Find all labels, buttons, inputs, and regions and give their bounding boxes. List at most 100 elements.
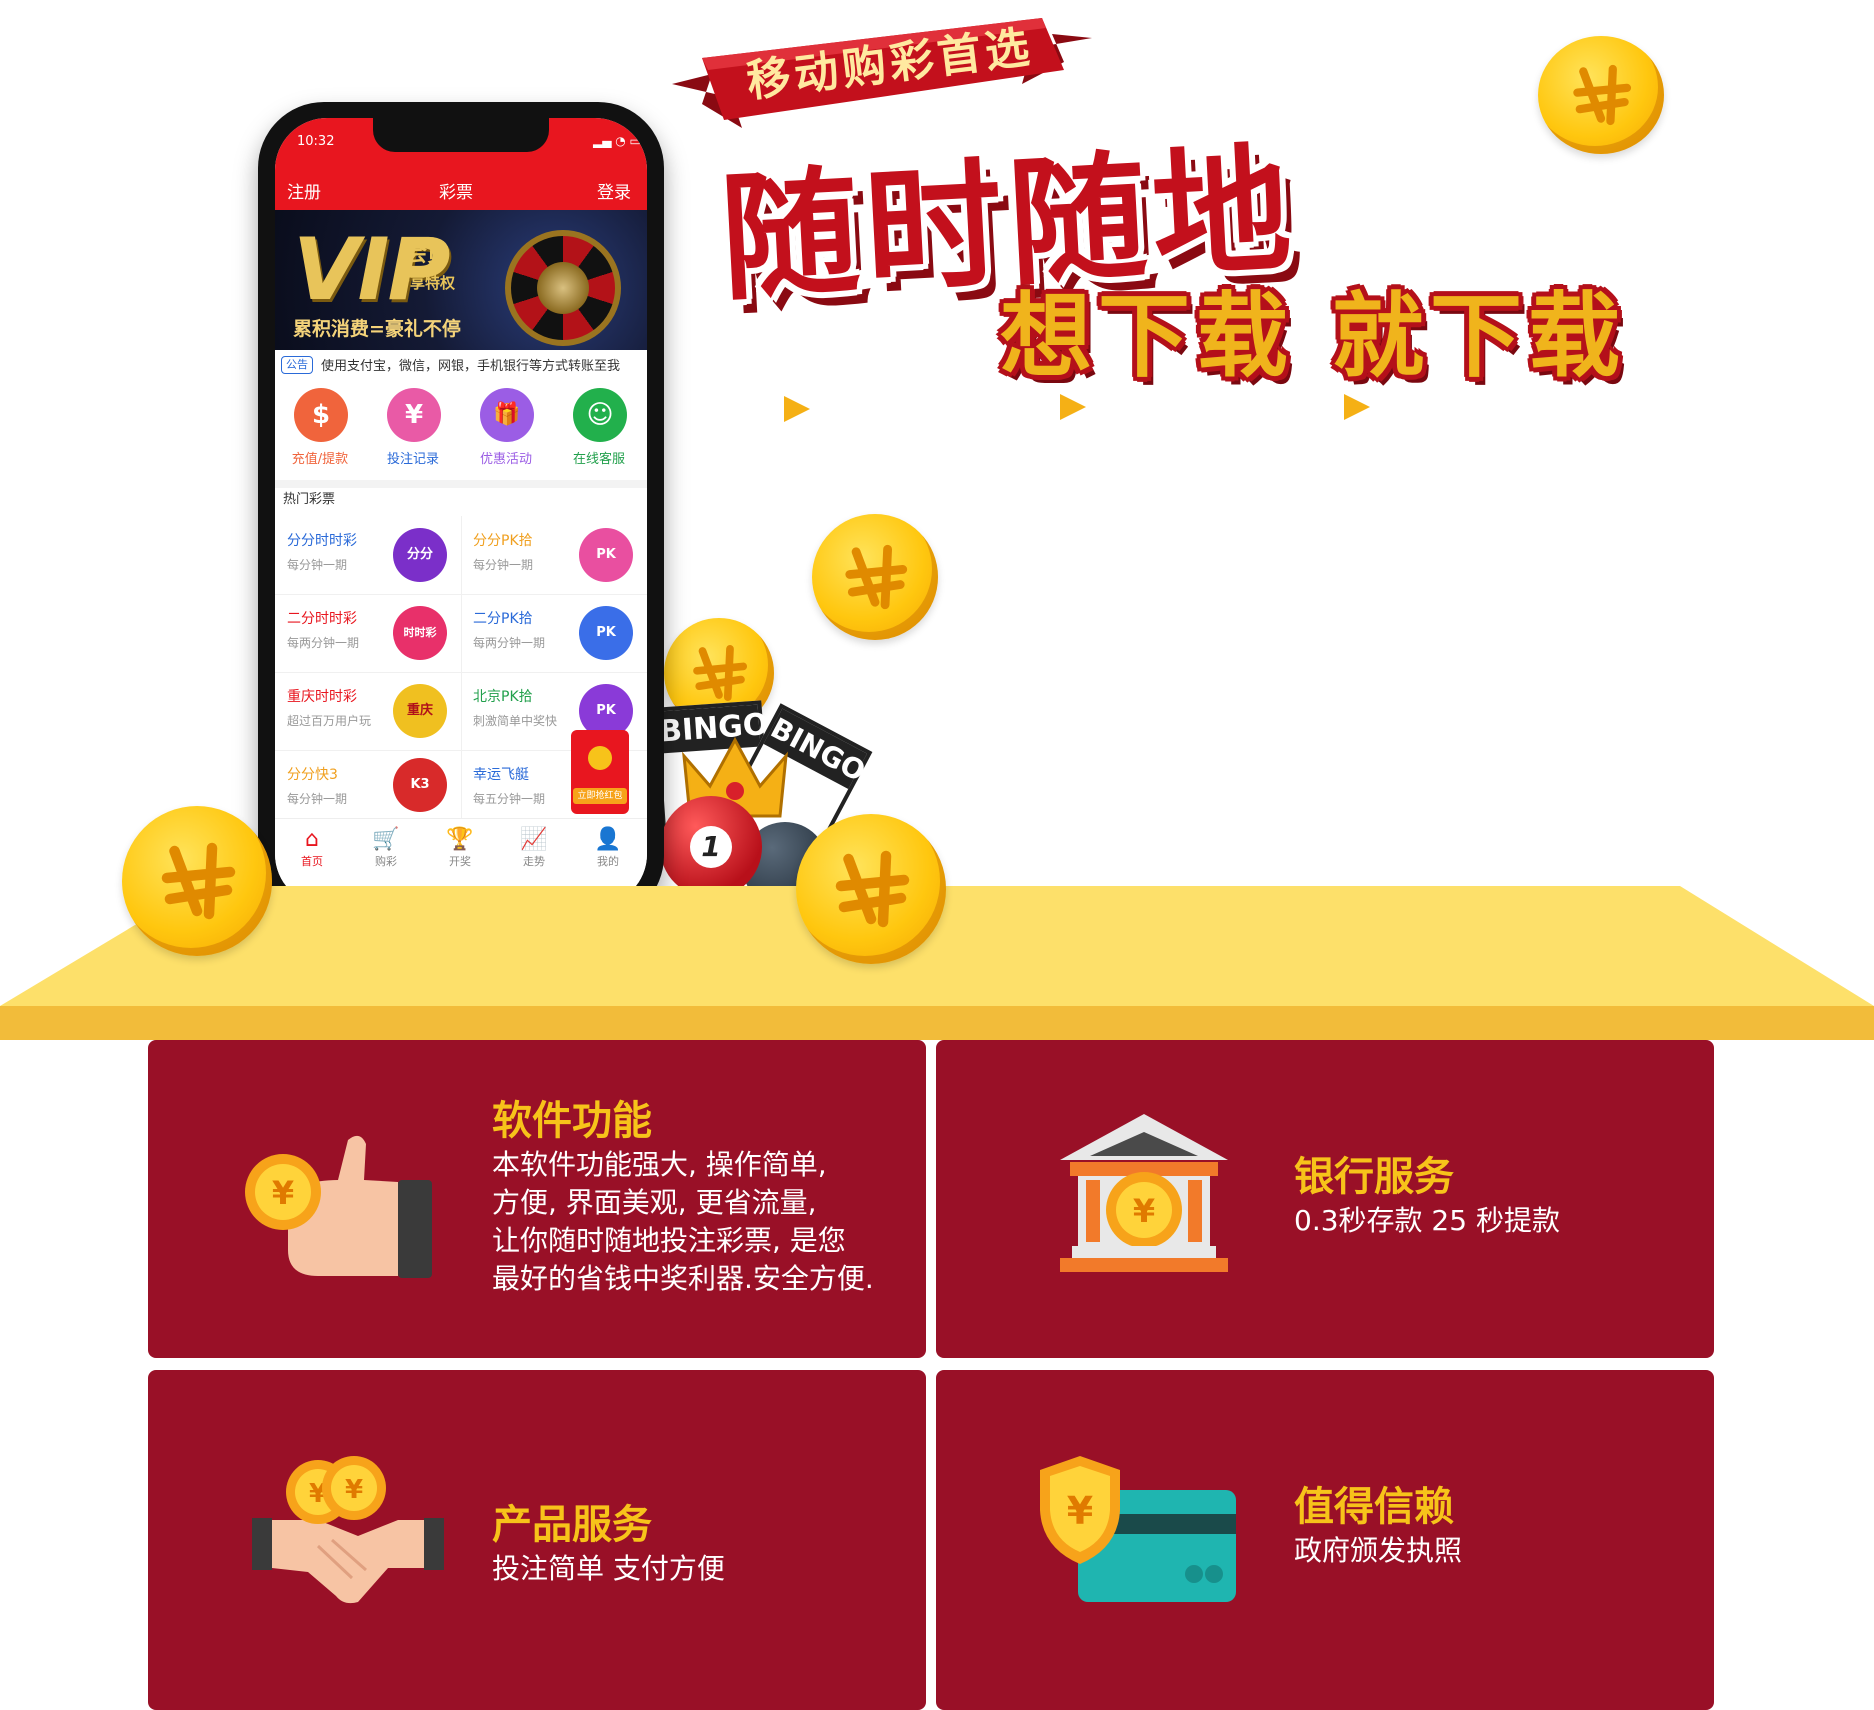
app-title: 彩票 <box>439 183 473 203</box>
lottery-name: 北京PK拾 <box>473 689 533 705</box>
lottery-name: 分分快3 <box>287 767 338 783</box>
user-icon: 👤 <box>594 827 622 852</box>
tab-trend[interactable]: 📈 走势 <box>497 827 571 869</box>
trophy-icon: 🏆 <box>446 827 474 852</box>
tab-buy[interactable]: 🛒 购彩 <box>349 827 423 869</box>
tab-label: 走势 <box>523 855 545 868</box>
lottery-desc: 每分钟一期 <box>473 558 534 572</box>
quick-action-label: 优惠活动 <box>479 452 532 467</box>
arrow-icon <box>1060 394 1086 420</box>
feature-title: 值得信赖 <box>1294 1484 1454 1530</box>
feature-desc-line: 本软件功能强大, 操作简单, <box>492 1148 827 1181</box>
quick-action-label: 在线客服 <box>572 452 625 467</box>
lottery-name: 重庆时时彩 <box>287 689 357 705</box>
ball-icon: 1 <box>660 796 762 898</box>
lottery-name: 分分PK拾 <box>473 533 533 549</box>
banner-slogan: 累积消费=豪礼不停 <box>293 318 461 340</box>
shield-card-icon: ¥ <box>1040 1456 1236 1602</box>
lottery-desc: 每分钟一期 <box>287 792 348 806</box>
arrow-icon <box>1344 394 1370 420</box>
banner-privilege: 专享特权 <box>395 274 456 292</box>
svg-text:¥: ¥ <box>1133 1192 1155 1230</box>
tab-label: 购彩 <box>375 855 397 868</box>
quick-action-service[interactable]: ☺ 在线客服 <box>554 388 647 467</box>
lottery-name: 二分时时彩 <box>287 611 357 627</box>
quick-actions: $ 充值/提款 ¥ 投注记录 🎁 优惠活动 ☺ 在线客服 <box>275 388 647 482</box>
coin-icon <box>122 806 272 956</box>
hot-lottery-title: 热门彩票 <box>283 492 336 507</box>
svg-text:¥: ¥ <box>345 1475 363 1505</box>
lottery-item[interactable]: 二分PK拾 每两分钟一期 PK <box>461 594 647 673</box>
lottery-item[interactable]: 二分时时彩 每两分钟一期 时时彩 <box>275 594 462 673</box>
quick-action-recharge[interactable]: $ 充值/提款 <box>275 388 368 467</box>
notice-text: 使用支付宝，微信，网银，手机银行等方式转账至我 <box>321 359 621 374</box>
money-bag-icon: $ <box>294 388 348 442</box>
feature-desc-line: 最好的省钱中奖利器.安全方便. <box>492 1262 874 1295</box>
feature-title: 银行服务 <box>1294 1154 1454 1200</box>
lottery-name: 幸运飞艇 <box>473 767 529 783</box>
status-time: 10:32 <box>297 134 335 149</box>
subline: 想下载 就下载 <box>1000 283 1627 390</box>
arrow-icon <box>784 396 810 422</box>
record-icon: ¥ <box>387 388 441 442</box>
service-icon: ☺ <box>573 388 627 442</box>
lottery-desc: 每两分钟一期 <box>287 636 360 650</box>
feature-desc: 0.3秒存款 25 秒提款 <box>1294 1202 1560 1240</box>
tab-mine[interactable]: 👤 我的 <box>571 827 645 869</box>
bank-icon: ¥ <box>1060 1114 1228 1272</box>
home-icon: ⌂ <box>305 827 319 852</box>
phone-screen: 10:32 ▂▄ ◔ ▭ 注册 彩票 登录 VIP 会员 专享特权 累积消费=豪… <box>275 118 647 906</box>
red-packet-icon <box>588 746 612 770</box>
register-link[interactable]: 注册 <box>287 178 321 203</box>
tab-bar: ⌂ 首页 🛒 购彩 🏆 开奖 📈 走势 👤 我的 <box>275 818 647 883</box>
lottery-logo-icon: PK <box>579 606 633 660</box>
lottery-item[interactable]: 分分PK拾 每分钟一期 PK <box>461 516 647 595</box>
cart-icon: 🛒 <box>372 827 400 852</box>
lottery-desc: 每五分钟一期 <box>473 792 546 806</box>
red-packet-button[interactable]: 立即抢红包 <box>571 730 629 814</box>
vip-banner[interactable]: VIP 会员 专享特权 累积消费=豪礼不停 <box>275 210 647 350</box>
svg-text:¥: ¥ <box>1067 1489 1093 1533</box>
feature-card-product: ¥ ¥ 产品服务 投注简单 支付方便 <box>148 1370 926 1710</box>
banner-member: 会员 <box>405 242 450 267</box>
lottery-item[interactable]: 重庆时时彩 超过百万用户玩 重庆 <box>275 672 462 751</box>
quick-action-records[interactable]: ¥ 投注记录 <box>368 388 461 467</box>
chart-icon: 📈 <box>520 827 548 852</box>
feature-desc-line: 投注简单 支付方便 <box>492 1552 725 1585</box>
feature-desc-line: 政府颁发执照 <box>1294 1534 1463 1567</box>
phone-notch <box>373 118 549 152</box>
lottery-item[interactable]: 分分时时彩 每分钟一期 分分 <box>275 516 462 595</box>
feature-title: 软件功能 <box>492 1098 652 1144</box>
banner-vip: VIP <box>293 220 451 320</box>
feature-desc: 政府颁发执照 <box>1294 1532 1462 1570</box>
lottery-logo-icon: PK <box>579 528 633 582</box>
lottery-logo-icon: 时时彩 <box>393 606 447 660</box>
handshake-icon: ¥ ¥ <box>252 1456 444 1604</box>
coin-icon <box>812 514 938 640</box>
quick-action-promo[interactable]: 🎁 优惠活动 <box>461 388 554 467</box>
lottery-logo-icon: K3 <box>393 758 447 812</box>
notice-bar[interactable]: 公告 使用支付宝，微信，网银，手机银行等方式转账至我 <box>275 350 647 380</box>
lottery-logo-icon: 分分 <box>393 528 447 582</box>
roulette-center <box>537 262 589 314</box>
tab-home[interactable]: ⌂ 首页 <box>275 827 349 869</box>
feature-card-bank: ¥ 银行服务 0.3秒存款 25 秒提款 <box>936 1040 1714 1358</box>
lottery-item[interactable]: 分分快3 每分钟一期 K3 <box>275 750 462 820</box>
feature-desc-line: 让你随时随地投注彩票, 是您 <box>492 1224 846 1257</box>
feature-card-trust: ¥ 值得信赖 政府颁发执照 <box>936 1370 1714 1710</box>
tab-draw[interactable]: 🏆 开奖 <box>423 827 497 869</box>
divider <box>275 480 647 488</box>
feature-title: 产品服务 <box>492 1502 652 1548</box>
lottery-desc: 每分钟一期 <box>287 558 348 572</box>
gift-icon: 🎁 <box>480 388 534 442</box>
feature-desc: 本软件功能强大, 操作简单, 方便, 界面美观, 更省流量, 让你随时随地投注彩… <box>492 1146 874 1298</box>
notice-tag: 公告 <box>281 356 313 374</box>
login-link[interactable]: 登录 <box>597 178 631 203</box>
quick-action-label: 投注记录 <box>386 452 439 467</box>
coin-icon <box>1538 36 1664 154</box>
coin-icon <box>796 814 946 964</box>
tab-label: 我的 <box>597 855 619 868</box>
feature-card-software: ¥ 软件功能 本软件功能强大, 操作简单, 方便, 界面美观, 更省流量, 让你… <box>148 1040 926 1358</box>
feature-desc: 投注简单 支付方便 <box>492 1550 725 1588</box>
tab-label: 首页 <box>301 855 323 868</box>
